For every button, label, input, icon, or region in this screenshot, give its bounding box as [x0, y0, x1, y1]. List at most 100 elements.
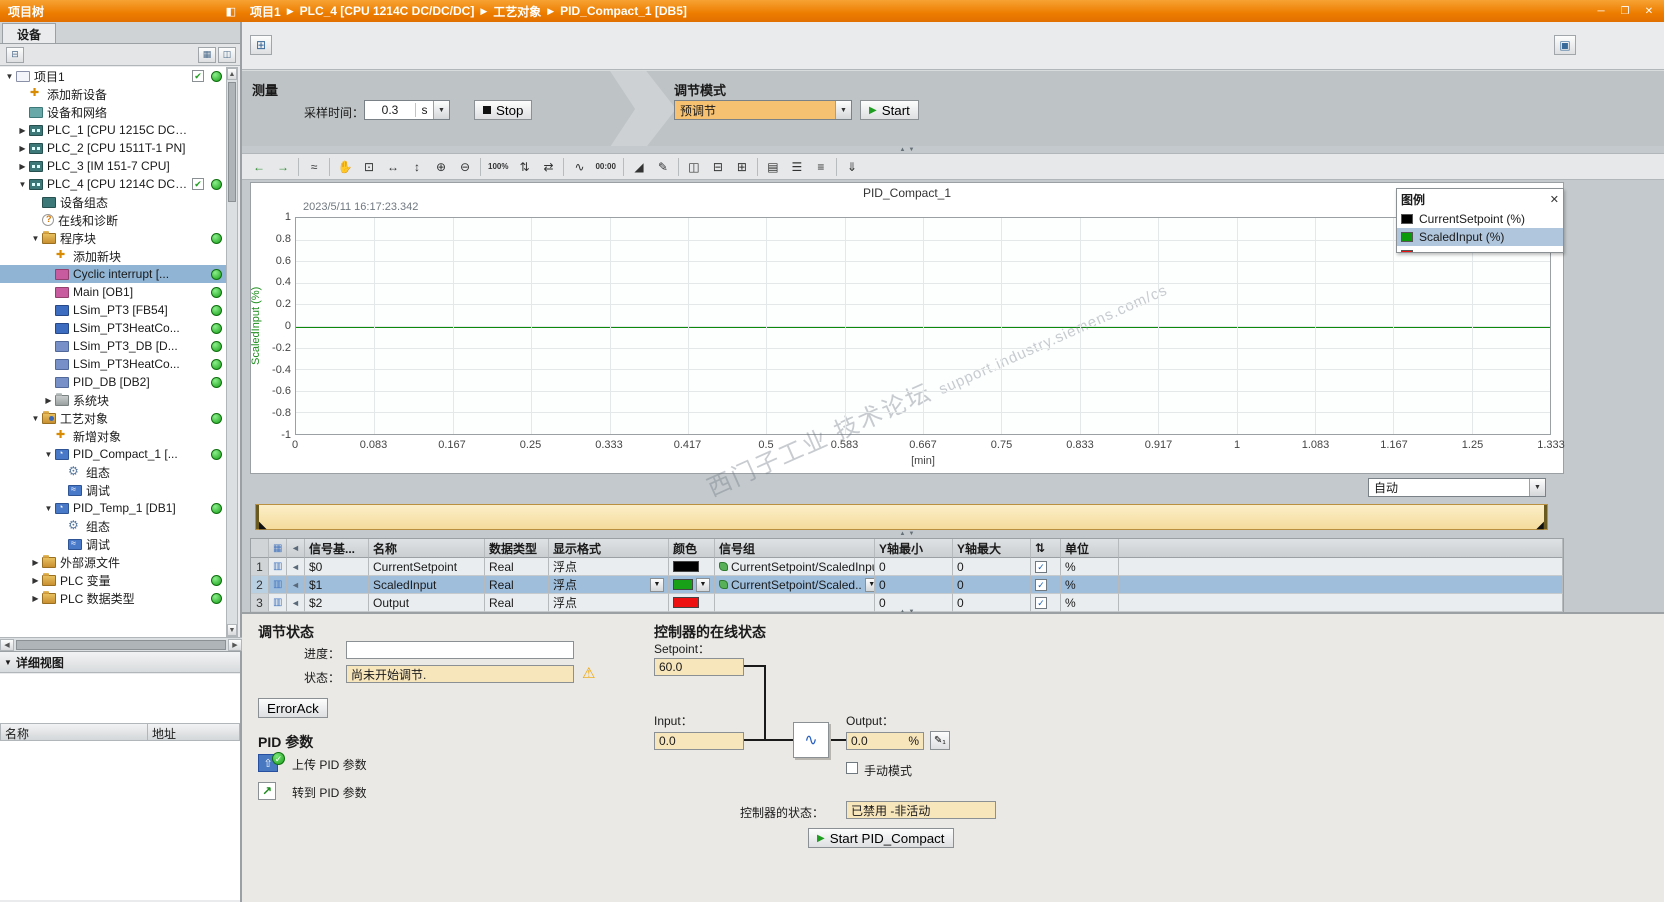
tree-expand-icon[interactable]: ▶ [17, 162, 28, 171]
zoom-100-icon[interactable]: 100% [485, 156, 511, 178]
tree-item-29[interactable]: ▶ PLC 数据类型 [0, 589, 228, 607]
float-editor-icon[interactable]: ▣ [1554, 35, 1576, 55]
header-icon1[interactable]: ▦ [269, 539, 287, 558]
y-auto-checkbox[interactable]: ✓ [1035, 596, 1047, 609]
tree-item-12[interactable]: Main [OB1] [0, 283, 228, 301]
detail-column-address[interactable]: 地址 [148, 723, 240, 741]
tree-vertical-scrollbar[interactable]: ▲ ▼ [226, 67, 238, 637]
curve-overview-icon[interactable]: ∿ [568, 156, 590, 178]
monitor-signal-icon[interactable]: ◄ [291, 580, 300, 590]
tree-expand-icon[interactable]: ▶ [17, 144, 28, 153]
scroll-up-icon[interactable]: ▲ [227, 68, 237, 80]
tree-item-24[interactable]: ▼ PID_Temp_1 [DB1] [0, 499, 228, 517]
error-ack-button[interactable]: ErrorAck [258, 698, 328, 718]
header-base[interactable]: 信号基... [305, 539, 369, 558]
legend-item[interactable]: CurrentSetpoint (%) [1397, 210, 1563, 228]
output-field[interactable]: 0.0 % [846, 732, 924, 750]
trend-icon[interactable]: ◢ [628, 156, 650, 178]
breadcrumb-item[interactable]: 项目1 [250, 3, 281, 20]
tree-horizontal-scrollbar[interactable]: ◀ ▶ [0, 637, 242, 651]
stop-button[interactable]: Stop [474, 100, 533, 120]
breadcrumb-item[interactable]: 工艺对象 [493, 3, 541, 20]
tree-item-4[interactable]: ▶ PLC_2 [CPU 1511T-1 PN] [0, 139, 228, 157]
tree-item-20[interactable]: 新增对象 [0, 427, 228, 445]
scrollbar-thumb[interactable] [16, 639, 226, 650]
header-name[interactable]: 名称 [369, 539, 485, 558]
monitor-signal-icon[interactable]: ◄ [291, 562, 300, 572]
zoom-vertical-icon[interactable]: ↕ [406, 156, 428, 178]
range-right-grip-icon[interactable]: ◢ [1536, 521, 1544, 531]
tree-item-3[interactable]: ▶ PLC_1 [CPU 1215C DC/... [0, 121, 228, 139]
chevron-down-icon[interactable]: ▼ [696, 577, 710, 592]
tab-devices[interactable]: 设备 [2, 23, 57, 43]
scroll-down-icon[interactable]: ▼ [227, 624, 237, 636]
tree-item-21[interactable]: ▼ PID_Compact_1 [... [0, 445, 228, 463]
tree-expand-icon[interactable]: ▶ [43, 396, 54, 405]
tree-item-19[interactable]: ▼ 工艺对象 [0, 409, 228, 427]
display-mode-select[interactable]: 自动 ▼ [1368, 478, 1546, 497]
start-pid-compact-button[interactable]: ▶ Start PID_Compact [808, 828, 954, 848]
start-tuning-button[interactable]: ▶ Start [860, 100, 919, 120]
breadcrumb-item[interactable]: PLC_4 [CPU 1214C DC/DC/DC] [300, 4, 475, 18]
device-view-icon[interactable]: ⊟ [6, 46, 24, 63]
tree-item-25[interactable]: 组态 [0, 517, 228, 535]
scrollbar-thumb[interactable] [228, 82, 236, 202]
header-num[interactable] [251, 539, 269, 558]
splitter-handle[interactable]: ▲▼ [882, 530, 932, 537]
header-icon2[interactable]: ◄ [287, 539, 305, 558]
setpoint-field[interactable]: 60.0 [654, 658, 744, 676]
sampling-time-select[interactable]: 0.3 s ▼ [364, 100, 450, 120]
scroll-left-icon[interactable]: ◀ [0, 638, 14, 651]
legend-item[interactable]: ScaledInput (%) [1397, 228, 1563, 246]
zoom-in-icon[interactable]: ⊕ [430, 156, 452, 178]
table-row[interactable]: 1 ▥ ◄ $0 CurrentSetpoint Real 浮点 CurrentSetpoin… [251, 558, 1563, 576]
tree-expand-icon[interactable]: ▶ [17, 126, 28, 135]
header-unit[interactable]: 单位 [1061, 539, 1119, 558]
vertical-split-icon[interactable]: ◫ [683, 156, 705, 178]
range-right-handle[interactable] [1544, 505, 1547, 529]
next-view-icon[interactable]: → [272, 156, 294, 178]
table-row[interactable]: 2 ▥ ◄ $1 ScaledInput Real 浮点 ▼ ▼ CurrentSetpoint/… [251, 576, 1563, 594]
tree-item-18[interactable]: ▶ 系统块 [0, 391, 228, 409]
legend-icon[interactable]: ▤ [762, 156, 784, 178]
tuning-mode-select[interactable]: 预调节 ▼ [674, 100, 852, 120]
tree-item-26[interactable]: 调试 [0, 535, 228, 553]
tree-expand-icon[interactable]: ▶ [30, 576, 41, 585]
chevron-down-icon[interactable]: ▼ [864, 577, 874, 592]
tree-item-15[interactable]: LSim_PT3_DB [D... [0, 337, 228, 355]
tree-item-28[interactable]: ▶ PLC 变量 [0, 571, 228, 589]
legend-item[interactable] [1397, 246, 1563, 252]
collapse-sidebar-icon[interactable]: ◧ [226, 5, 236, 18]
close-button[interactable]: ✕ [1638, 3, 1660, 19]
maximize-button[interactable]: ❐ [1614, 3, 1636, 19]
header-group[interactable]: 信号组 [715, 539, 875, 558]
fit-horizontal-icon[interactable]: ⇄ [537, 156, 559, 178]
fit-vertical-icon[interactable]: ⇅ [513, 156, 535, 178]
close-icon[interactable]: ✕ [1550, 193, 1559, 206]
table-zoom-icon[interactable]: ⊞ [731, 156, 753, 178]
header-type[interactable]: 数据类型 [485, 539, 549, 558]
manual-mode-checkbox[interactable] [846, 762, 858, 774]
monitor-signal-icon[interactable]: ◄ [291, 598, 300, 608]
tree-item-14[interactable]: LSim_PT3HeatCo... [0, 319, 228, 337]
tree-collapse-icon[interactable]: ▼ [17, 180, 28, 189]
minimize-button[interactable]: ─ [1590, 3, 1612, 19]
goto-pid-params-icon[interactable]: ↗ [258, 782, 276, 800]
chevron-down-icon[interactable]: ▼ [835, 101, 851, 119]
goto-pid-params-label[interactable]: 转到 PID 参数 [292, 784, 367, 801]
scroll-right-icon[interactable]: ▶ [228, 638, 242, 651]
header-format[interactable]: 显示格式 [549, 539, 669, 558]
header-ymax[interactable]: Y轴最大 [953, 539, 1031, 558]
tree-item-7[interactable]: 设备组态 [0, 193, 228, 211]
trace-signal-icon[interactable]: ▥ [273, 579, 282, 590]
zoom-selection-icon[interactable]: ⊡ [358, 156, 380, 178]
progress-field[interactable] [346, 641, 574, 659]
tree-item-0[interactable]: ▼ 项目1 ✔ [0, 67, 228, 85]
tree-item-16[interactable]: LSim_PT3HeatCo... [0, 355, 228, 373]
overview-icon[interactable]: ◫ [218, 46, 236, 63]
signal-color-swatch[interactable] [673, 561, 699, 572]
range-left-grip-icon[interactable]: ◣ [259, 521, 267, 531]
align-left-icon[interactable]: ☰ [786, 156, 808, 178]
export-icon[interactable]: ⇓ [841, 156, 863, 178]
header-auto[interactable]: ⇅ [1031, 539, 1061, 558]
